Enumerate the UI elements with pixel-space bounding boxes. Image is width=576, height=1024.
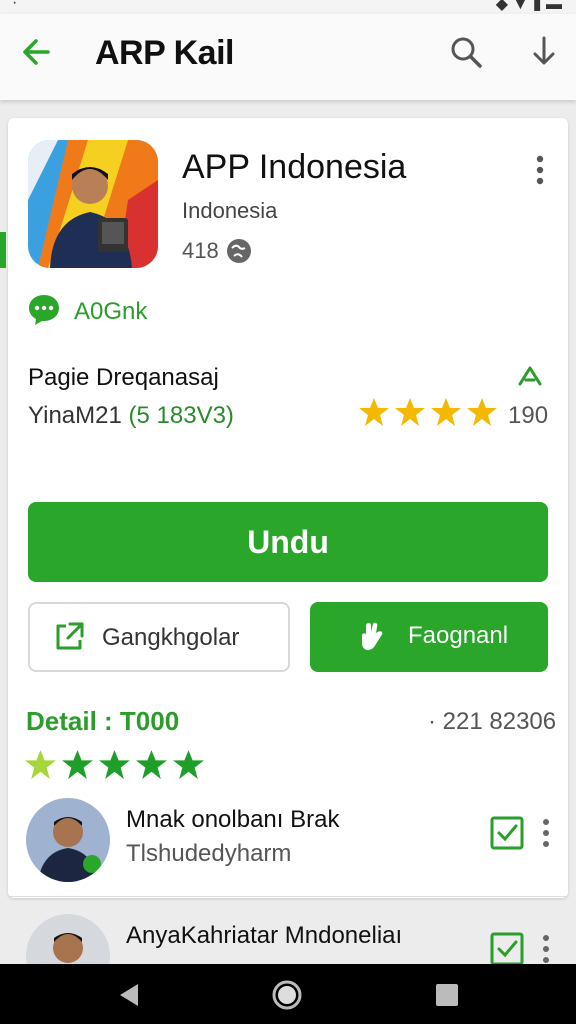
kebab-icon[interactable]: [536, 816, 556, 850]
app-name: APP Indonesia: [182, 148, 407, 186]
search-icon[interactable]: [448, 34, 484, 70]
avatar: [26, 798, 110, 882]
app-subtitle: Indonesia: [182, 198, 278, 223]
status-icons: ◆ ▼ ▮ ▬: [495, 0, 562, 13]
review-subtitle: Tlshudedyharm: [126, 840, 292, 867]
version-prefix: YinaM21: [28, 402, 122, 429]
action-label: Faognanl: [408, 622, 509, 649]
nav-recents-icon[interactable]: [432, 980, 462, 1010]
side-accent: [0, 232, 6, 268]
globe-icon: [227, 239, 251, 263]
star-icon: [62, 750, 93, 779]
star-icon: [359, 398, 389, 426]
share-icon: [56, 622, 84, 650]
star-icon: [99, 750, 130, 779]
share-label: Gangkhgolar: [102, 624, 240, 651]
hand-icon: [362, 622, 383, 650]
review-name: AnyaKahriatar Mndoneliaı: [126, 922, 403, 949]
kebab-icon[interactable]: [528, 152, 552, 188]
star-icon: [395, 398, 425, 426]
install-button[interactable]: Undu: [28, 502, 548, 582]
action-button[interactable]: Faognanl: [310, 602, 548, 672]
chat-icon[interactable]: [26, 292, 62, 328]
review-row[interactable]: Mnak onolbanı Brak Tlshudedyharm: [8, 798, 568, 894]
chat-label[interactable]: A0Gnk: [74, 298, 147, 326]
version-value: (5 183V3): [128, 402, 234, 429]
divider: [8, 896, 568, 897]
status-bar: · ◆ ▼ ▮ ▬: [0, 0, 576, 14]
checkbox-icon[interactable]: [490, 932, 524, 966]
back-arrow-icon[interactable]: [18, 34, 54, 70]
detail-heading: Detail : T000: [26, 706, 180, 736]
star-icon: [25, 750, 56, 779]
share-button[interactable]: Gangkhgolar: [28, 602, 290, 672]
page-title: ARP Kail: [95, 34, 234, 72]
system-nav-bar: [0, 964, 576, 1024]
review-name: Mnak onolbanı Brak: [126, 806, 340, 833]
detail-stars: [24, 748, 205, 781]
rating-stars: [358, 396, 498, 430]
status-time: ·: [12, 0, 18, 11]
star-icon: [431, 398, 461, 426]
arrow-up-icon[interactable]: [516, 362, 544, 390]
nav-home-icon[interactable]: [272, 980, 302, 1010]
rating-count: 190: [508, 402, 549, 429]
star-icon: [136, 750, 167, 779]
developer-name: Pagie Dreqanasaj: [28, 364, 219, 391]
checkbox-icon[interactable]: [490, 816, 524, 850]
app-count: 418: [182, 238, 219, 263]
version-line: YinaM21 (5 183V3): [28, 402, 234, 430]
star-icon: [173, 750, 204, 779]
download-icon[interactable]: [526, 34, 562, 70]
nav-back-icon[interactable]: [114, 980, 144, 1010]
detail-number: · 221 82306: [428, 708, 557, 735]
star-icon: [467, 398, 497, 426]
app-bar: ARP Kail: [0, 14, 576, 100]
kebab-icon[interactable]: [536, 932, 556, 966]
app-card: APP Indonesia Indonesia 418 A0Gnk Pagie …: [8, 118, 568, 898]
app-icon[interactable]: [28, 140, 158, 268]
